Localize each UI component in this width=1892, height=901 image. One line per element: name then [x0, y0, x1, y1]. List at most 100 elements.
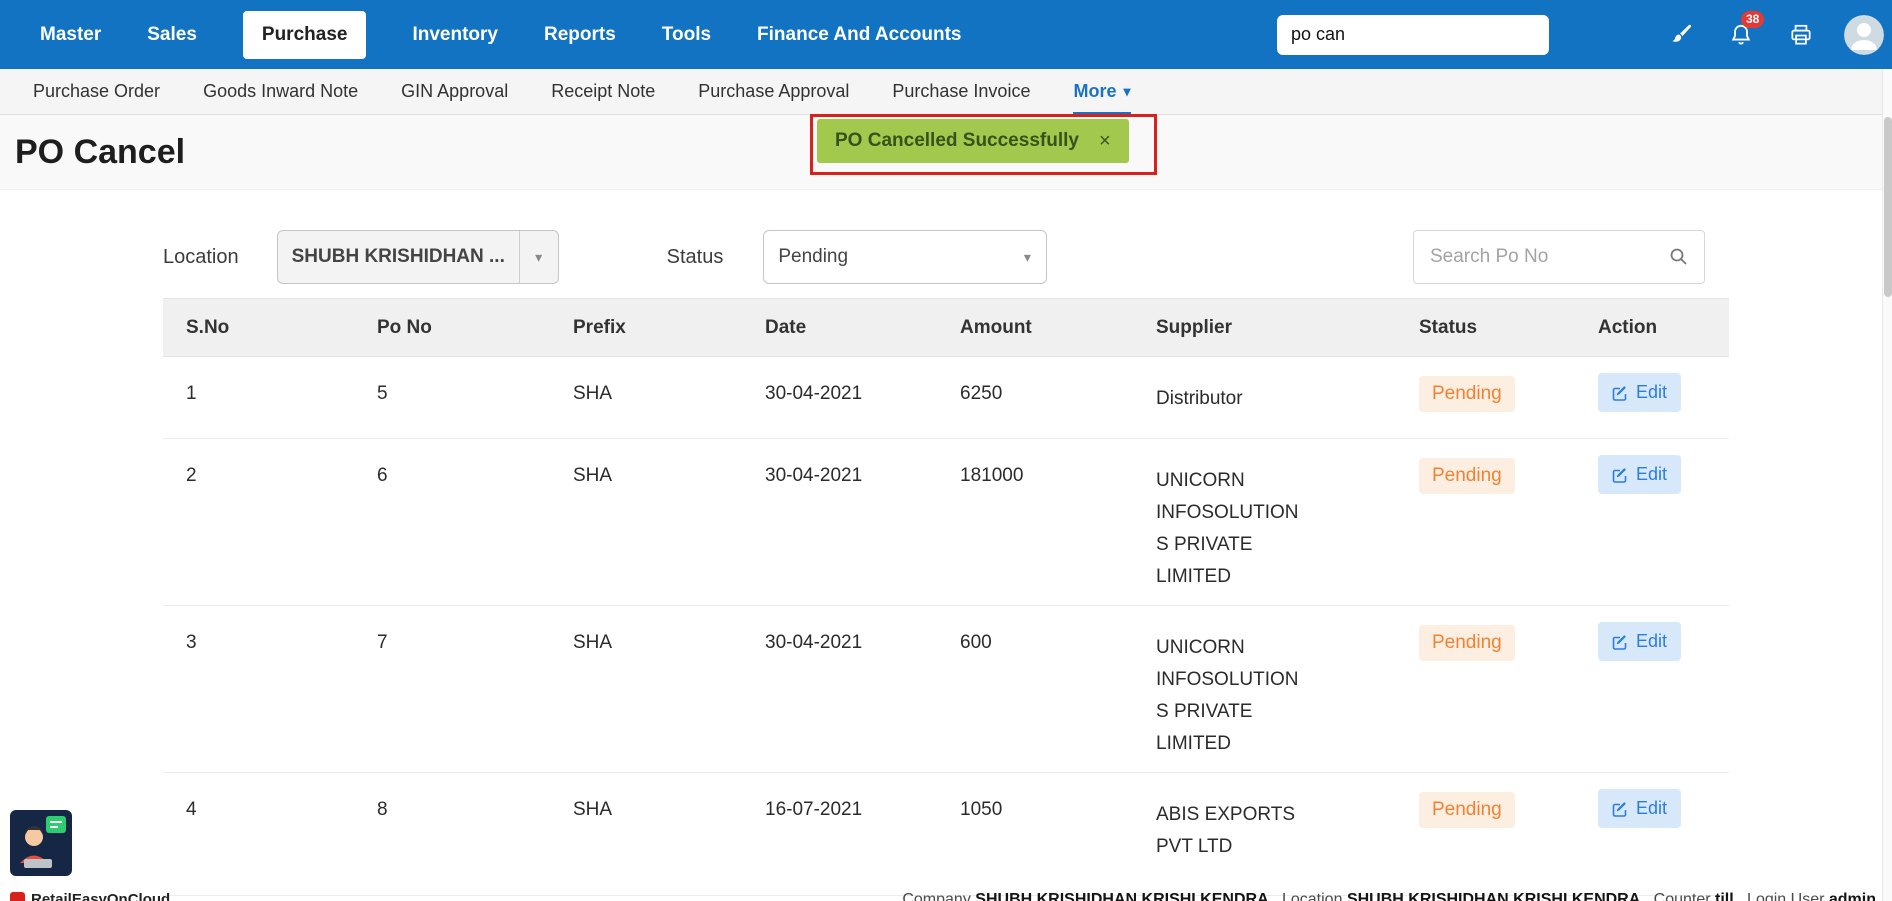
separator: ,	[1738, 891, 1742, 901]
separator: ,	[1645, 891, 1649, 901]
separator: ,	[1273, 891, 1277, 901]
header-amount: Amount	[960, 299, 1156, 357]
cell-sno: 4	[163, 773, 377, 896]
more-label: More	[1073, 81, 1116, 102]
nav-item-sales[interactable]: Sales	[147, 24, 197, 46]
header-date: Date	[765, 299, 960, 357]
header-sno: S.No	[163, 299, 377, 357]
subnav-item-purchase-approval[interactable]: Purchase Approval	[698, 81, 849, 102]
cell-po-no: 7	[377, 606, 573, 773]
status-badge: Pending	[1419, 458, 1515, 494]
header-prefix: Prefix	[573, 299, 765, 357]
edit-button[interactable]: Edit	[1598, 622, 1681, 661]
edit-button[interactable]: Edit	[1598, 789, 1681, 828]
chevron-down-icon: ▾	[520, 249, 558, 266]
page-title: PO Cancel	[15, 133, 185, 172]
chevron-down-icon: ▾	[1123, 83, 1130, 100]
nav-item-inventory[interactable]: Inventory	[412, 24, 498, 46]
company-label: Company	[902, 891, 970, 901]
subnav-item-goods-inward-note[interactable]: Goods Inward Note	[203, 81, 358, 102]
cell-sno: 1	[163, 357, 377, 439]
table-row: 4 8 SHA 16-07-2021 1050 ABIS EXPORTS PVT…	[163, 773, 1729, 896]
table-row: 2 6 SHA 30-04-2021 181000 UNICORN INFOSO…	[163, 439, 1729, 606]
subnav-item-more[interactable]: More ▾	[1073, 69, 1130, 115]
counter-value: till	[1715, 891, 1734, 901]
location-dropdown-value: SHUBH KRISHIDHAN ...	[278, 246, 519, 268]
subnav-item-purchase-invoice[interactable]: Purchase Invoice	[892, 81, 1030, 102]
header-status: Status	[1419, 299, 1598, 357]
header-po-no: Po No	[377, 299, 573, 357]
header-action: Action	[1598, 299, 1729, 357]
cell-po-no: 8	[377, 773, 573, 896]
toast-close-icon[interactable]: ×	[1099, 131, 1111, 151]
cell-amount: 1050	[960, 773, 1156, 896]
toast-message: PO Cancelled Successfully	[835, 130, 1079, 152]
global-search-input[interactable]	[1277, 15, 1549, 55]
chat-widget[interactable]	[10, 810, 72, 876]
cell-po-no: 6	[377, 439, 573, 606]
company-value: SHUBH KRISHIDHAN KRISHI KENDRA	[975, 891, 1268, 901]
subnav-item-purchase-order[interactable]: Purchase Order	[33, 81, 160, 102]
cell-date: 30-04-2021	[765, 439, 960, 606]
cell-amount: 6250	[960, 357, 1156, 439]
cell-prefix: SHA	[573, 357, 765, 439]
cell-action: Edit	[1598, 357, 1729, 439]
po-cancel-content: Location SHUBH KRISHIDHAN ... ▾ Status P…	[0, 190, 1729, 896]
filter-bar: Location SHUBH KRISHIDHAN ... ▾ Status P…	[163, 229, 1729, 285]
vertical-scrollbar	[1882, 69, 1892, 901]
notifications-bell-icon[interactable]: 38	[1728, 22, 1754, 48]
cell-prefix: SHA	[573, 606, 765, 773]
status-badge: Pending	[1419, 376, 1515, 412]
cell-status: Pending	[1419, 357, 1598, 439]
counter-label: Counter	[1654, 891, 1711, 901]
cell-amount: 181000	[960, 439, 1156, 606]
edit-button[interactable]: Edit	[1598, 373, 1681, 412]
status-label: Status	[667, 246, 724, 269]
cell-action: Edit	[1598, 773, 1729, 896]
nav-item-tools[interactable]: Tools	[662, 24, 711, 46]
brand-footer: RetailEasyOnCloud	[10, 891, 170, 901]
cell-sno: 3	[163, 606, 377, 773]
location-dropdown[interactable]: SHUBH KRISHIDHAN ... ▾	[277, 230, 559, 284]
cell-action: Edit	[1598, 439, 1729, 606]
nav-item-reports[interactable]: Reports	[544, 24, 616, 46]
notification-badge: 38	[1741, 11, 1764, 28]
purchase-submenu: Purchase Order Goods Inward Note GIN App…	[0, 69, 1892, 115]
annotation-highlight-box: PO Cancelled Successfully ×	[810, 114, 1157, 175]
cell-status: Pending	[1419, 606, 1598, 773]
edit-button[interactable]: Edit	[1598, 455, 1681, 494]
cell-status: Pending	[1419, 773, 1598, 896]
main-menu: Master Sales Purchase Inventory Reports …	[40, 11, 962, 59]
printer-icon[interactable]	[1788, 22, 1814, 48]
cell-date: 16-07-2021	[765, 773, 960, 896]
status-footer: Company SHUBH KRISHIDHAN KRISHI KENDRA ,…	[902, 891, 1876, 901]
subnav-item-receipt-note[interactable]: Receipt Note	[551, 81, 655, 102]
location-value: SHUBH KRISHIDHAN KRISHI KENDRA	[1347, 891, 1640, 901]
cell-action: Edit	[1598, 606, 1729, 773]
status-dropdown-value: Pending	[764, 246, 1008, 268]
brush-icon[interactable]	[1667, 22, 1692, 47]
nav-item-purchase[interactable]: Purchase	[243, 11, 367, 59]
status-badge: Pending	[1419, 625, 1515, 661]
po-cancel-table: S.No Po No Prefix Date Amount Supplier S…	[163, 298, 1729, 896]
cell-supplier: ABIS EXPORTS PVT LTD	[1156, 773, 1419, 896]
cell-amount: 600	[960, 606, 1156, 773]
location-label: Location	[1282, 891, 1343, 901]
user-avatar[interactable]	[1844, 15, 1884, 55]
cell-status: Pending	[1419, 439, 1598, 606]
cell-sno: 2	[163, 439, 377, 606]
po-search-input[interactable]	[1413, 230, 1705, 284]
table-row: 1 5 SHA 30-04-2021 6250 Distributor Pend…	[163, 357, 1729, 439]
cell-supplier: UNICORN INFOSOLUTION S PRIVATE LIMITED	[1156, 606, 1419, 773]
status-dropdown[interactable]: Pending ▾	[763, 230, 1047, 284]
cell-prefix: SHA	[573, 773, 765, 896]
cell-date: 30-04-2021	[765, 606, 960, 773]
po-search-box	[1413, 230, 1705, 284]
nav-item-master[interactable]: Master	[40, 24, 101, 46]
table-row: 3 7 SHA 30-04-2021 600 UNICORN INFOSOLUT…	[163, 606, 1729, 773]
edit-pencil-icon	[1612, 385, 1628, 401]
nav-item-finance-and-accounts[interactable]: Finance And Accounts	[757, 24, 961, 46]
subnav-item-gin-approval[interactable]: GIN Approval	[401, 81, 508, 102]
scrollbar-thumb[interactable]	[1884, 117, 1892, 297]
search-icon	[1669, 247, 1689, 267]
